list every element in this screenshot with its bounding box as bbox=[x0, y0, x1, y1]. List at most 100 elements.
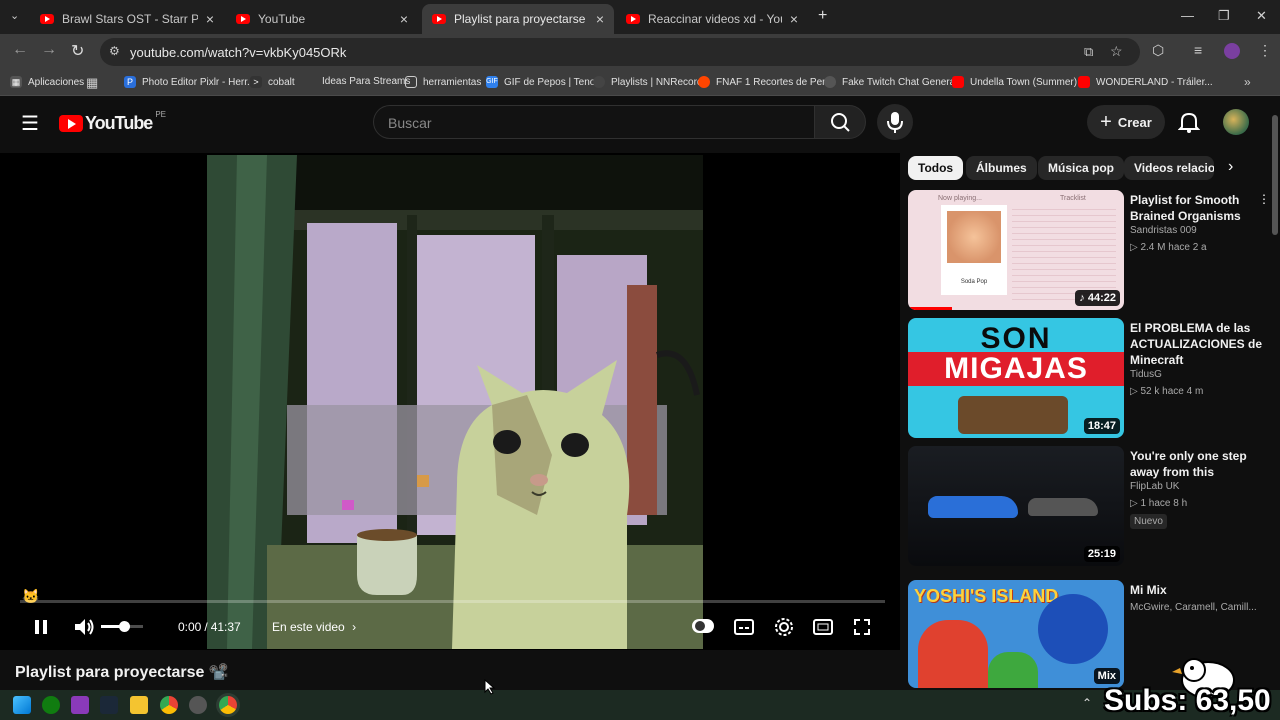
more-bookmarks-icon[interactable]: » bbox=[1244, 75, 1251, 89]
channel-name[interactable]: FlipLab UK bbox=[1130, 481, 1179, 492]
channel-name[interactable]: Sandristas 009 bbox=[1130, 225, 1197, 236]
subtitles-icon[interactable] bbox=[733, 617, 755, 637]
bookmark-aplicaciones[interactable]: ▦ Aplicaciones bbox=[10, 76, 84, 88]
duration-badge: 25:19 bbox=[1083, 546, 1120, 562]
bookmark-ideas-streams[interactable]: Ideas Para Streams bbox=[322, 76, 410, 87]
bookmark-star-icon[interactable]: ☆ bbox=[1110, 43, 1123, 60]
pause-icon[interactable] bbox=[31, 617, 51, 637]
new-tab-icon[interactable]: + bbox=[818, 7, 827, 25]
more-actions-icon[interactable]: ⋮ bbox=[1258, 192, 1270, 206]
minimize-icon[interactable]: — bbox=[1181, 8, 1194, 23]
chips-next-arrow-icon[interactable]: › bbox=[1228, 158, 1233, 176]
file-explorer-icon[interactable] bbox=[130, 696, 148, 714]
mouse-cursor-icon bbox=[484, 679, 496, 695]
plus-icon: + bbox=[1100, 110, 1112, 133]
close-tab-icon[interactable]: × bbox=[400, 11, 408, 27]
bookmark-pixlr[interactable]: P Photo Editor Pixlr - Herr... bbox=[124, 76, 255, 88]
bookmark-wonderland[interactable]: WONDERLAND - Tráiler... bbox=[1078, 76, 1213, 88]
windows-start-icon[interactable] bbox=[13, 696, 31, 714]
duration-badge: 18:47 bbox=[1083, 418, 1120, 434]
chrome-icon[interactable] bbox=[160, 696, 178, 714]
recommended-item[interactable]: 25:19 You're only one step away from thi… bbox=[908, 446, 1268, 566]
page-scrollbar[interactable] bbox=[1270, 99, 1280, 689]
profile-avatar[interactable] bbox=[1224, 43, 1240, 59]
close-tab-icon[interactable]: × bbox=[206, 11, 214, 27]
recommended-title[interactable]: Mi Mix bbox=[1130, 582, 1266, 598]
bookmark-cobalt[interactable]: > cobalt bbox=[250, 76, 295, 88]
album-card: Soda Pop bbox=[941, 205, 1007, 295]
xbox-icon[interactable] bbox=[42, 696, 60, 714]
forward-icon[interactable]: → bbox=[41, 41, 57, 59]
create-button[interactable]: + Crear bbox=[1087, 105, 1165, 139]
tracklist-lines bbox=[1012, 204, 1116, 300]
settings-gear-icon[interactable] bbox=[773, 616, 795, 638]
address-bar[interactable]: ⚙ youtube.com/watch?v=vkbKy045ORk ⧉ ☆ bbox=[100, 38, 1140, 66]
chip-musica-pop[interactable]: Música pop bbox=[1038, 156, 1125, 180]
bookmark-undella[interactable]: Undella Town (Summer)... bbox=[952, 76, 1085, 88]
chip-todos[interactable]: Todos bbox=[908, 156, 964, 180]
search-input[interactable]: Buscar bbox=[373, 105, 815, 139]
theater-mode-icon[interactable] bbox=[812, 617, 834, 637]
apps-grid-icon[interactable]: ▦ bbox=[86, 75, 98, 91]
recommended-title[interactable]: You're only one step away from this bbox=[1130, 448, 1266, 480]
video-thumbnail[interactable]: YOSHI'S ISLAND Mix bbox=[908, 580, 1124, 688]
video-player[interactable] bbox=[0, 153, 900, 650]
chapters-button[interactable]: En este video › bbox=[272, 620, 356, 634]
app-icon[interactable] bbox=[71, 696, 89, 714]
voice-search-button[interactable] bbox=[877, 104, 913, 140]
video-frame[interactable] bbox=[207, 155, 703, 649]
thumbnail-text: Now playing... bbox=[938, 195, 982, 202]
hamburger-menu-icon[interactable]: ☰ bbox=[21, 111, 39, 136]
volume-icon[interactable] bbox=[72, 616, 96, 638]
chrome-active-icon[interactable] bbox=[219, 696, 237, 714]
chrome-menu-icon[interactable]: ⋮ bbox=[1258, 42, 1272, 59]
bookmark-fake-twitch[interactable]: Fake Twitch Chat Genera... bbox=[824, 76, 964, 88]
chip-videos-relacionados[interactable]: Videos relacionados bbox=[1124, 156, 1214, 180]
back-icon[interactable]: ← bbox=[12, 41, 28, 59]
chip-albumes[interactable]: Álbumes bbox=[966, 156, 1037, 180]
autoplay-toggle[interactable] bbox=[692, 619, 714, 633]
close-tab-icon[interactable]: × bbox=[790, 11, 798, 27]
progress-bar[interactable] bbox=[20, 600, 885, 603]
tab-brawl-stars[interactable]: Brawl Stars OST - Starr Park - Battle 1 … bbox=[30, 4, 224, 34]
time-separator: / bbox=[204, 620, 208, 634]
bookmark-nnrecords[interactable]: Playlists | NNRecords bbox=[593, 76, 708, 88]
tab-youtube[interactable]: YouTube × bbox=[226, 4, 418, 34]
search-button[interactable] bbox=[814, 105, 866, 139]
recommended-title[interactable]: Playlist for Smooth Brained Organisms bbox=[1130, 192, 1266, 224]
video-thumbnail[interactable]: Now playing... Tracklist Soda Pop ♪ 44:2… bbox=[908, 190, 1124, 310]
chip-label: Álbumes bbox=[976, 161, 1027, 175]
media-controls-icon[interactable]: ≡ bbox=[1194, 42, 1202, 58]
volume-slider[interactable] bbox=[101, 621, 143, 632]
tab-title: Reaccinar videos xd - YouTube bbox=[648, 12, 782, 26]
user-avatar[interactable] bbox=[1223, 109, 1249, 135]
bookmark-fnaf[interactable]: FNAF 1 Recortes de Peri... bbox=[698, 76, 836, 88]
tray-chevron-icon[interactable]: ⌃ bbox=[1082, 696, 1092, 710]
channel-name[interactable]: TidusG bbox=[1130, 369, 1162, 380]
close-tab-icon[interactable]: × bbox=[596, 11, 604, 27]
video-meta: ▷ 52 k hace 4 m bbox=[1130, 386, 1204, 397]
tab-reaccionar[interactable]: Reaccinar videos xd - YouTube × bbox=[616, 4, 808, 34]
reload-icon[interactable]: ↻ bbox=[71, 41, 84, 61]
tab-playlist-active[interactable]: Playlist para proyectarse 📽️ - YouTube × bbox=[422, 4, 614, 34]
extensions-icon[interactable]: ⬡ bbox=[1152, 42, 1164, 59]
channel-name[interactable]: McGwire, Caramell, Camill... bbox=[1130, 602, 1257, 613]
bookmark-herramientas[interactable]: herramientas bbox=[405, 76, 481, 88]
steam-icon[interactable] bbox=[100, 696, 118, 714]
recommended-title[interactable]: El PROBLEMA de las ACTUALIZACIONES de Mi… bbox=[1130, 320, 1266, 368]
recommended-item[interactable]: Now playing... Tracklist Soda Pop ♪ 44:2… bbox=[908, 190, 1270, 310]
tab-search-icon[interactable]: ⌄ bbox=[10, 9, 19, 22]
notifications-bell-icon[interactable] bbox=[1178, 110, 1200, 134]
restore-icon[interactable]: ❐ bbox=[1218, 8, 1230, 24]
video-thumbnail[interactable]: SON MIGAJAS 18:47 bbox=[908, 318, 1124, 438]
url-text[interactable]: youtube.com/watch?v=vkbKy045ORk bbox=[130, 45, 346, 60]
install-app-icon[interactable]: ⧉ bbox=[1084, 44, 1093, 60]
bookmark-tenor[interactable]: GIF GIF de Pepos | Tenor bbox=[486, 76, 599, 88]
chrome-profile-icon[interactable] bbox=[189, 696, 207, 714]
youtube-logo[interactable]: YouTube PE bbox=[59, 110, 166, 134]
recommended-item[interactable]: SON MIGAJAS 18:47 El PROBLEMA de las ACT… bbox=[908, 318, 1268, 438]
fullscreen-icon[interactable] bbox=[852, 617, 872, 637]
site-info-icon[interactable]: ⚙ bbox=[109, 44, 120, 58]
close-window-icon[interactable]: ✕ bbox=[1256, 8, 1267, 24]
video-thumbnail[interactable]: 25:19 bbox=[908, 446, 1124, 566]
